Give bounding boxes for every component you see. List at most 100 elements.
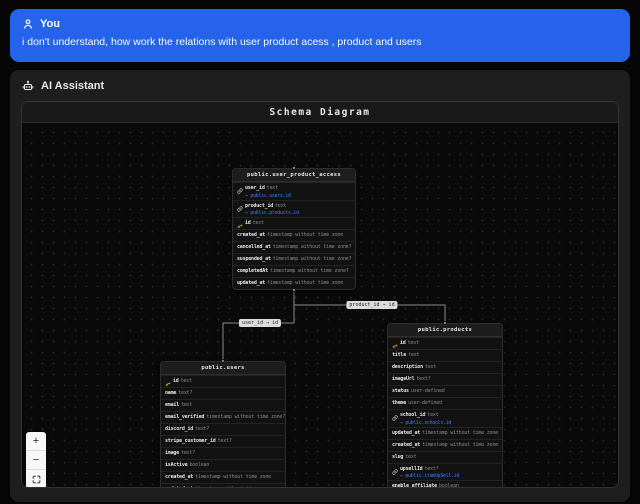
column-type: timestamp without time zone? xyxy=(273,245,352,251)
table-row: slugtext xyxy=(388,451,502,463)
table-row: updated_attimestamp without time zone xyxy=(161,483,285,488)
user-message-author: You xyxy=(40,18,60,30)
foreign-key-link-icon xyxy=(392,413,398,419)
column-type: boolean xyxy=(439,484,459,488)
table-row: school_idtext → public.schools.id xyxy=(388,409,502,427)
column-name: theme xyxy=(392,401,406,407)
connection-handle-top[interactable] xyxy=(443,321,447,325)
column-type: text xyxy=(427,413,438,419)
column-name: updated_at xyxy=(237,281,265,287)
column-name: updated_at xyxy=(392,431,420,437)
robot-icon xyxy=(22,80,34,92)
fit-view-icon xyxy=(32,475,41,484)
table-row: imagetext? xyxy=(161,447,285,459)
column-name: discord_id xyxy=(165,427,193,433)
fit-view-button[interactable] xyxy=(26,470,46,488)
column-name: school_id xyxy=(400,413,425,419)
primary-key-icon xyxy=(392,341,398,347)
column-type: timestamp without time zone? xyxy=(270,269,349,275)
foreign-key-link-icon xyxy=(392,467,398,473)
diagram-zoom-controls: + − xyxy=(26,432,46,488)
table-row: created_attimestamp without time zone xyxy=(388,439,502,451)
table-title: public.products xyxy=(388,324,502,337)
column-name: status xyxy=(392,389,409,395)
table-row: stripe_customer_idtext? xyxy=(161,435,285,447)
table-row: idtext xyxy=(161,375,285,387)
column-name: email_verified xyxy=(165,415,204,421)
primary-key-icon xyxy=(237,221,243,227)
foreign-key-reference[interactable]: → public.schools.id xyxy=(400,421,498,426)
column-name: id xyxy=(245,221,251,227)
table-row: statususer-defined xyxy=(388,385,502,397)
column-type: text xyxy=(181,403,192,409)
zoom-in-button[interactable]: + xyxy=(26,432,46,451)
column-type: text xyxy=(408,353,419,359)
table-row: idtext xyxy=(388,337,502,349)
column-type: timestamp without time zone xyxy=(267,233,343,239)
column-type: text xyxy=(408,341,419,347)
foreign-key-link-icon xyxy=(237,186,243,192)
primary-key-icon xyxy=(165,379,171,385)
column-name: isActive xyxy=(165,463,187,469)
column-type: timestamp without time zone xyxy=(422,431,498,437)
column-name: slug xyxy=(392,455,403,461)
zoom-out-button[interactable]: − xyxy=(26,451,46,470)
column-type: user-defined xyxy=(411,389,445,395)
column-type: text xyxy=(405,455,416,461)
table-row: cancelled_attimestamp without time zone? xyxy=(233,241,355,253)
table-row: completedAttimestamp without time zone? xyxy=(233,265,355,277)
column-type: text? xyxy=(424,467,438,473)
diagram-canvas[interactable]: user_id → id product_id → id public.user… xyxy=(22,123,618,488)
column-type: user-defined xyxy=(408,401,442,407)
column-name: created_at xyxy=(165,475,193,481)
table-row: created_attimestamp without time zone xyxy=(161,471,285,483)
column-name: email xyxy=(165,403,179,409)
foreign-key-link-icon xyxy=(237,204,243,210)
table-row: upsellIdtext?→ public.itemUpSell.id xyxy=(388,463,502,481)
user-icon xyxy=(22,18,34,30)
foreign-key-reference[interactable]: → public.products.id xyxy=(245,211,351,216)
column-type: text? xyxy=(416,377,430,383)
connection-handle-bottom[interactable] xyxy=(292,288,296,292)
column-type: text xyxy=(267,186,278,192)
table-title: public.user_product_access xyxy=(233,169,355,182)
schema-diagram-card: Schema Diagram user_id → id product_id →… xyxy=(21,101,619,488)
table-row: titletext xyxy=(388,349,502,361)
table-row: isActiveboolean xyxy=(161,459,285,471)
column-type: text xyxy=(253,221,264,227)
table-node-public-users[interactable]: public.usersidtextnametext?emailtextemai… xyxy=(160,361,286,488)
table-row: themeuser-defined xyxy=(388,397,502,409)
table-row: emailtext xyxy=(161,399,285,411)
foreign-key-reference[interactable]: → public.itemUpSell.id xyxy=(400,474,498,479)
column-type: text? xyxy=(181,451,195,457)
column-name: completedAt xyxy=(237,269,268,275)
table-row: email_verifiedtimestamp without time zon… xyxy=(161,411,285,423)
column-name: cancelled_at xyxy=(237,245,271,251)
column-name: user_id xyxy=(245,186,265,192)
column-type: boolean xyxy=(189,463,209,469)
edge-label-product-id: product_id → id xyxy=(346,301,397,309)
column-name: imageUrl xyxy=(392,377,414,383)
table-node-public-products[interactable]: public.productsidtexttitletextdescriptio… xyxy=(387,323,503,488)
ai-assistant-panel: AI Assistant Schema Diagram user_id → id… xyxy=(10,70,630,502)
column-type: timestamp without time zone xyxy=(267,281,343,287)
column-name: name xyxy=(165,391,176,397)
diagram-title: Schema Diagram xyxy=(22,102,618,123)
connection-handle-top[interactable] xyxy=(292,166,296,170)
table-row: suspended_attimestamp without time zone? xyxy=(233,253,355,265)
column-name: id xyxy=(173,379,179,385)
table-row: discord_idtext? xyxy=(161,423,285,435)
column-name: created_at xyxy=(237,233,265,239)
edge-label-user-id: user_id → id xyxy=(239,319,281,327)
table-row: idtext xyxy=(233,217,355,229)
column-name: created_at xyxy=(392,443,420,449)
column-name: image xyxy=(165,451,179,457)
column-type: timestamp without time zone? xyxy=(273,257,352,263)
foreign-key-reference[interactable]: → public.users.id xyxy=(245,194,351,199)
table-node-public-user_product_access[interactable]: public.user_product_accessuser_idtext→ p… xyxy=(232,168,356,290)
table-row: product_idtext→ public.products.id xyxy=(233,200,355,218)
column-name: stripe_customer_id xyxy=(165,439,216,445)
column-name: product_id xyxy=(245,204,273,210)
connection-handle-top[interactable] xyxy=(221,359,225,363)
table-row: imageUrltext? xyxy=(388,373,502,385)
